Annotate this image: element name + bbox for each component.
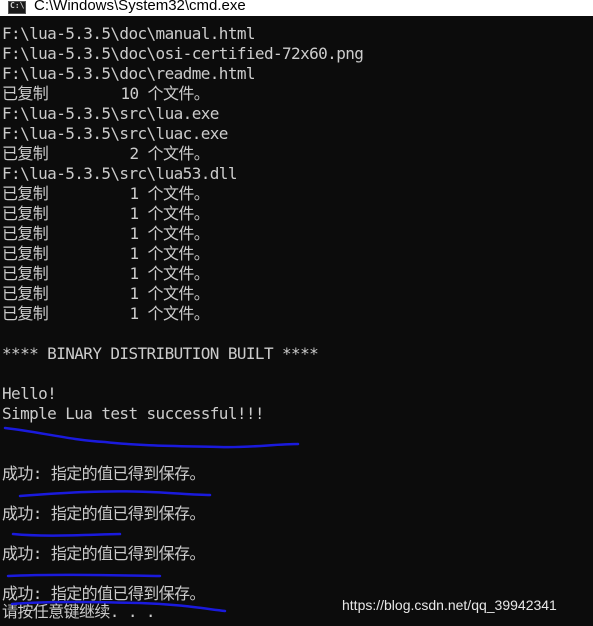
cmd-icon: C:\ bbox=[8, 1, 26, 14]
console-line: 已复制 1 个文件。 bbox=[2, 184, 210, 203]
console-line: 已复制 1 个文件。 bbox=[2, 264, 210, 283]
console-line: **** BINARY DISTRIBUTION BUILT **** bbox=[2, 344, 319, 363]
console-line: F:\lua-5.3.5\doc\osi-certified-72x60.png bbox=[2, 44, 364, 63]
console-line: Simple Lua test successful!!! bbox=[2, 404, 265, 423]
console-line: 请按任意键继续. . . bbox=[2, 602, 156, 621]
console-line: 成功: 指定的值已得到保存。 bbox=[2, 584, 205, 603]
title-bar[interactable]: C:\ C:\Windows\System32\cmd.exe bbox=[0, 0, 593, 16]
console-line: Hello! bbox=[2, 384, 57, 403]
console-line: F:\lua-5.3.5\src\lua53.dll bbox=[2, 164, 237, 183]
console-line: 已复制 1 个文件。 bbox=[2, 224, 210, 243]
console-line: 成功: 指定的值已得到保存。 bbox=[2, 464, 205, 483]
console-output[interactable]: F:\lua-5.3.5\doc\manual.html F:\lua-5.3.… bbox=[0, 16, 593, 626]
console-line: 已复制 1 个文件。 bbox=[2, 304, 210, 323]
console-line: 已复制 1 个文件。 bbox=[2, 244, 210, 263]
console-line: 已复制 1 个文件。 bbox=[2, 284, 210, 303]
console-line: F:\lua-5.3.5\doc\manual.html bbox=[2, 24, 256, 43]
console-line: 成功: 指定的值已得到保存。 bbox=[2, 544, 205, 563]
console-line: 成功: 指定的值已得到保存。 bbox=[2, 504, 205, 523]
console-line: F:\lua-5.3.5\doc\readme.html bbox=[2, 64, 256, 83]
console-line: 已复制 1 个文件。 bbox=[2, 204, 210, 223]
console-line: 已复制 2 个文件。 bbox=[2, 144, 210, 163]
console-line: F:\lua-5.3.5\src\luac.exe bbox=[2, 124, 228, 143]
window-title: C:\Windows\System32\cmd.exe bbox=[34, 0, 246, 14]
console-line: 已复制 10 个文件。 bbox=[2, 84, 210, 103]
cmd-icon-text: C:\ bbox=[10, 1, 25, 10]
watermark: https://blog.csdn.net/qq_39942341 bbox=[342, 597, 557, 613]
console-line: F:\lua-5.3.5\src\lua.exe bbox=[2, 104, 219, 123]
